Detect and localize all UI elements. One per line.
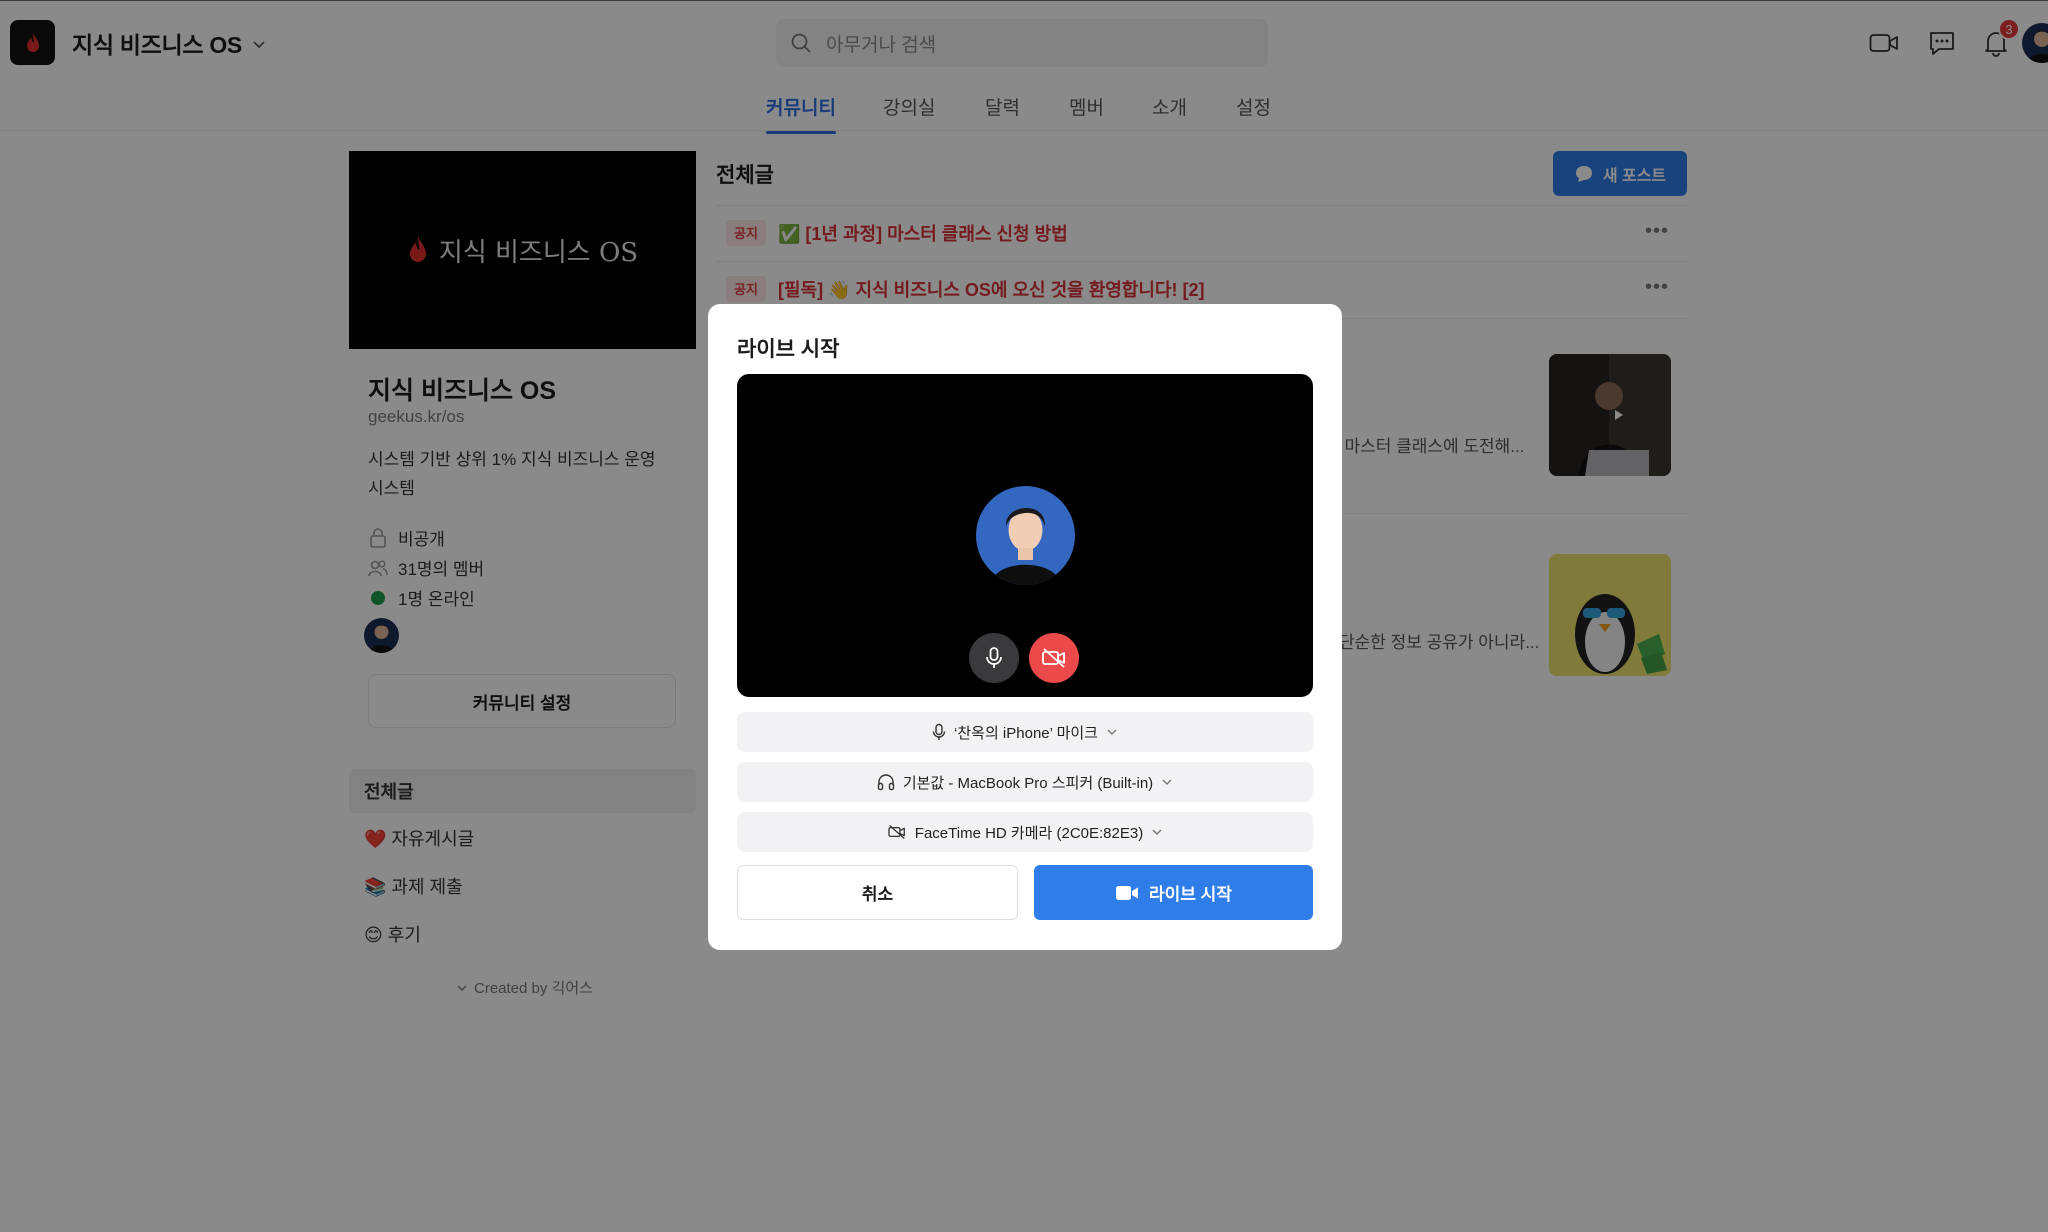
microphone-icon bbox=[932, 723, 946, 740]
camera-preview bbox=[737, 374, 1313, 697]
toggle-camera-button[interactable] bbox=[1029, 633, 1079, 683]
live-start-dialog: 라이브 시작 ‘찬옥의 iPhone’ 마이크 기본값 - MacBook Pr… bbox=[708, 304, 1342, 950]
video-off-icon bbox=[1042, 648, 1065, 668]
dialog-title: 라이브 시작 bbox=[737, 338, 840, 361]
speaker-device: 기본값 - MacBook Pro 스피커 (Built-in) bbox=[902, 774, 1154, 792]
start-live-label: 라이브 시작 bbox=[1149, 885, 1232, 904]
microphone-icon bbox=[986, 647, 1002, 668]
video-camera-icon bbox=[1116, 885, 1139, 900]
headphones-icon bbox=[877, 774, 895, 791]
cancel-button[interactable]: 취소 bbox=[737, 865, 1018, 920]
chevron-down-icon bbox=[1162, 779, 1172, 785]
avatar-image bbox=[976, 486, 1075, 585]
camera-device: FaceTime HD 카메라 (2C0E:82E3) bbox=[914, 824, 1144, 842]
speaker-select[interactable]: 기본값 - MacBook Pro 스피커 (Built-in) bbox=[737, 762, 1313, 802]
chevron-down-icon bbox=[1152, 829, 1162, 835]
preview-avatar bbox=[976, 486, 1075, 585]
microphone-select[interactable]: ‘찬옥의 iPhone’ 마이크 bbox=[737, 712, 1313, 752]
camera-select[interactable]: FaceTime HD 카메라 (2C0E:82E3) bbox=[737, 812, 1313, 852]
chevron-down-icon bbox=[1107, 729, 1117, 735]
toggle-mic-button[interactable] bbox=[969, 633, 1019, 683]
start-live-button[interactable]: 라이브 시작 bbox=[1034, 865, 1313, 920]
microphone-device: ‘찬옥의 iPhone’ 마이크 bbox=[954, 724, 1098, 742]
video-off-icon bbox=[888, 824, 905, 840]
